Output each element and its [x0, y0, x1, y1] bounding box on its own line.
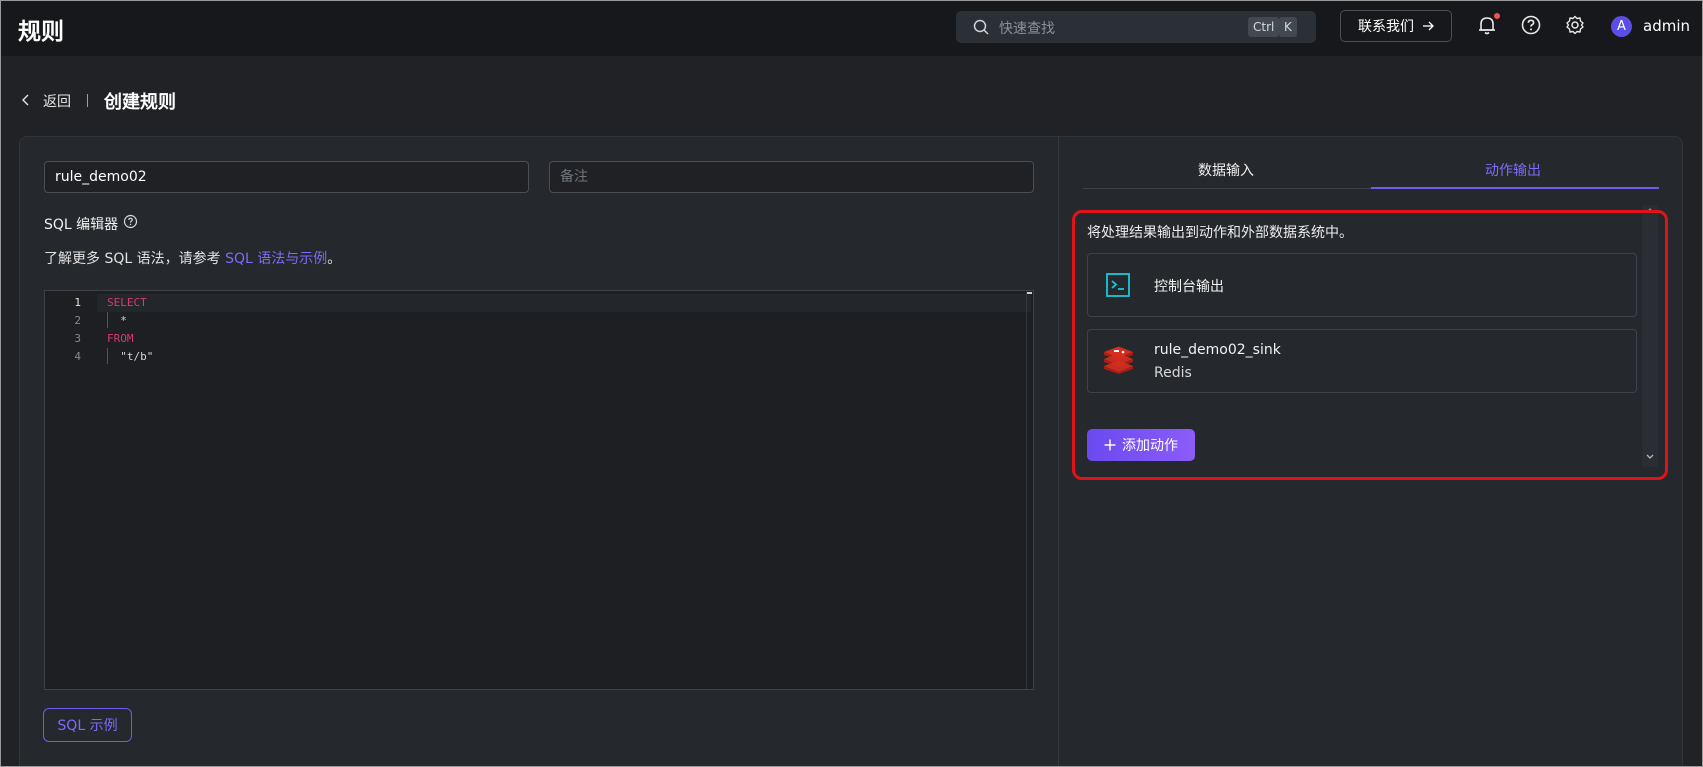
shortcut-ctrl-badge: Ctrl: [1248, 17, 1280, 37]
top-bar: 规则 快速查找 Ctrl K 联系我们 A admin: [0, 0, 1703, 56]
scroll-marker: [1027, 292, 1032, 294]
code-text: "t/b": [107, 350, 154, 363]
sql-description-text: 了解更多 SQL 语法，请参考: [44, 251, 226, 267]
app-title: 规则: [18, 19, 64, 45]
sql-description-suffix: 。: [327, 251, 342, 267]
line-number: 4: [74, 350, 81, 363]
code-text: *: [107, 314, 127, 327]
sql-editor-label: SQL 编辑器: [44, 217, 119, 233]
contact-us-label: 联系我们: [1358, 18, 1414, 34]
rule-name-input[interactable]: [44, 161, 529, 193]
search-placeholder: 快速查找: [999, 21, 1055, 37]
search-icon: [973, 19, 989, 35]
code-text: SELECT: [107, 296, 147, 309]
annotation-highlight-box: [1072, 210, 1668, 480]
code-line: 2 *: [45, 312, 945, 330]
sql-description: 了解更多 SQL 语法，请参考 SQL 语法与示例。: [44, 248, 341, 268]
username[interactable]: admin: [1643, 17, 1690, 35]
sql-syntax-link[interactable]: SQL 语法与示例: [225, 251, 327, 267]
page-title: 创建规则: [104, 92, 176, 113]
tab-action-output[interactable]: 动作输出: [1485, 160, 1541, 180]
active-tab-indicator: [1371, 187, 1659, 189]
code-line: 3 FROM: [45, 330, 945, 348]
code-line: 1 SELECT: [45, 294, 945, 312]
chevron-left-icon[interactable]: [20, 93, 32, 107]
search-box[interactable]: 快速查找 Ctrl K: [956, 11, 1316, 43]
breadcrumb-divider: [87, 94, 88, 107]
arrow-right-icon: [1423, 21, 1434, 31]
gear-icon[interactable]: [1564, 14, 1586, 36]
note-input[interactable]: [549, 161, 1034, 193]
line-number: 2: [74, 314, 81, 327]
avatar[interactable]: A: [1611, 16, 1632, 37]
help-icon[interactable]: [123, 214, 138, 229]
contact-us-button[interactable]: 联系我们: [1340, 10, 1452, 42]
editor-scrollbar[interactable]: [1026, 291, 1033, 689]
sql-example-button[interactable]: SQL 示例: [43, 708, 132, 742]
back-link[interactable]: 返回: [43, 91, 71, 111]
tab-data-input[interactable]: 数据输入: [1198, 160, 1254, 180]
notification-dot: [1493, 12, 1501, 20]
line-number: 1: [74, 296, 81, 309]
panel-divider: [1058, 137, 1059, 767]
line-number: 3: [74, 332, 81, 345]
shortcut-k-badge: K: [1279, 17, 1297, 37]
sql-editor[interactable]: 1 SELECT 2 * 3 FROM 4 "t/b": [44, 290, 1034, 690]
panel-tabs: 数据输入 动作输出: [1083, 148, 1659, 189]
help-icon[interactable]: [1520, 14, 1542, 36]
code-line: 4 "t/b": [45, 348, 945, 366]
code-text: FROM: [107, 332, 134, 345]
